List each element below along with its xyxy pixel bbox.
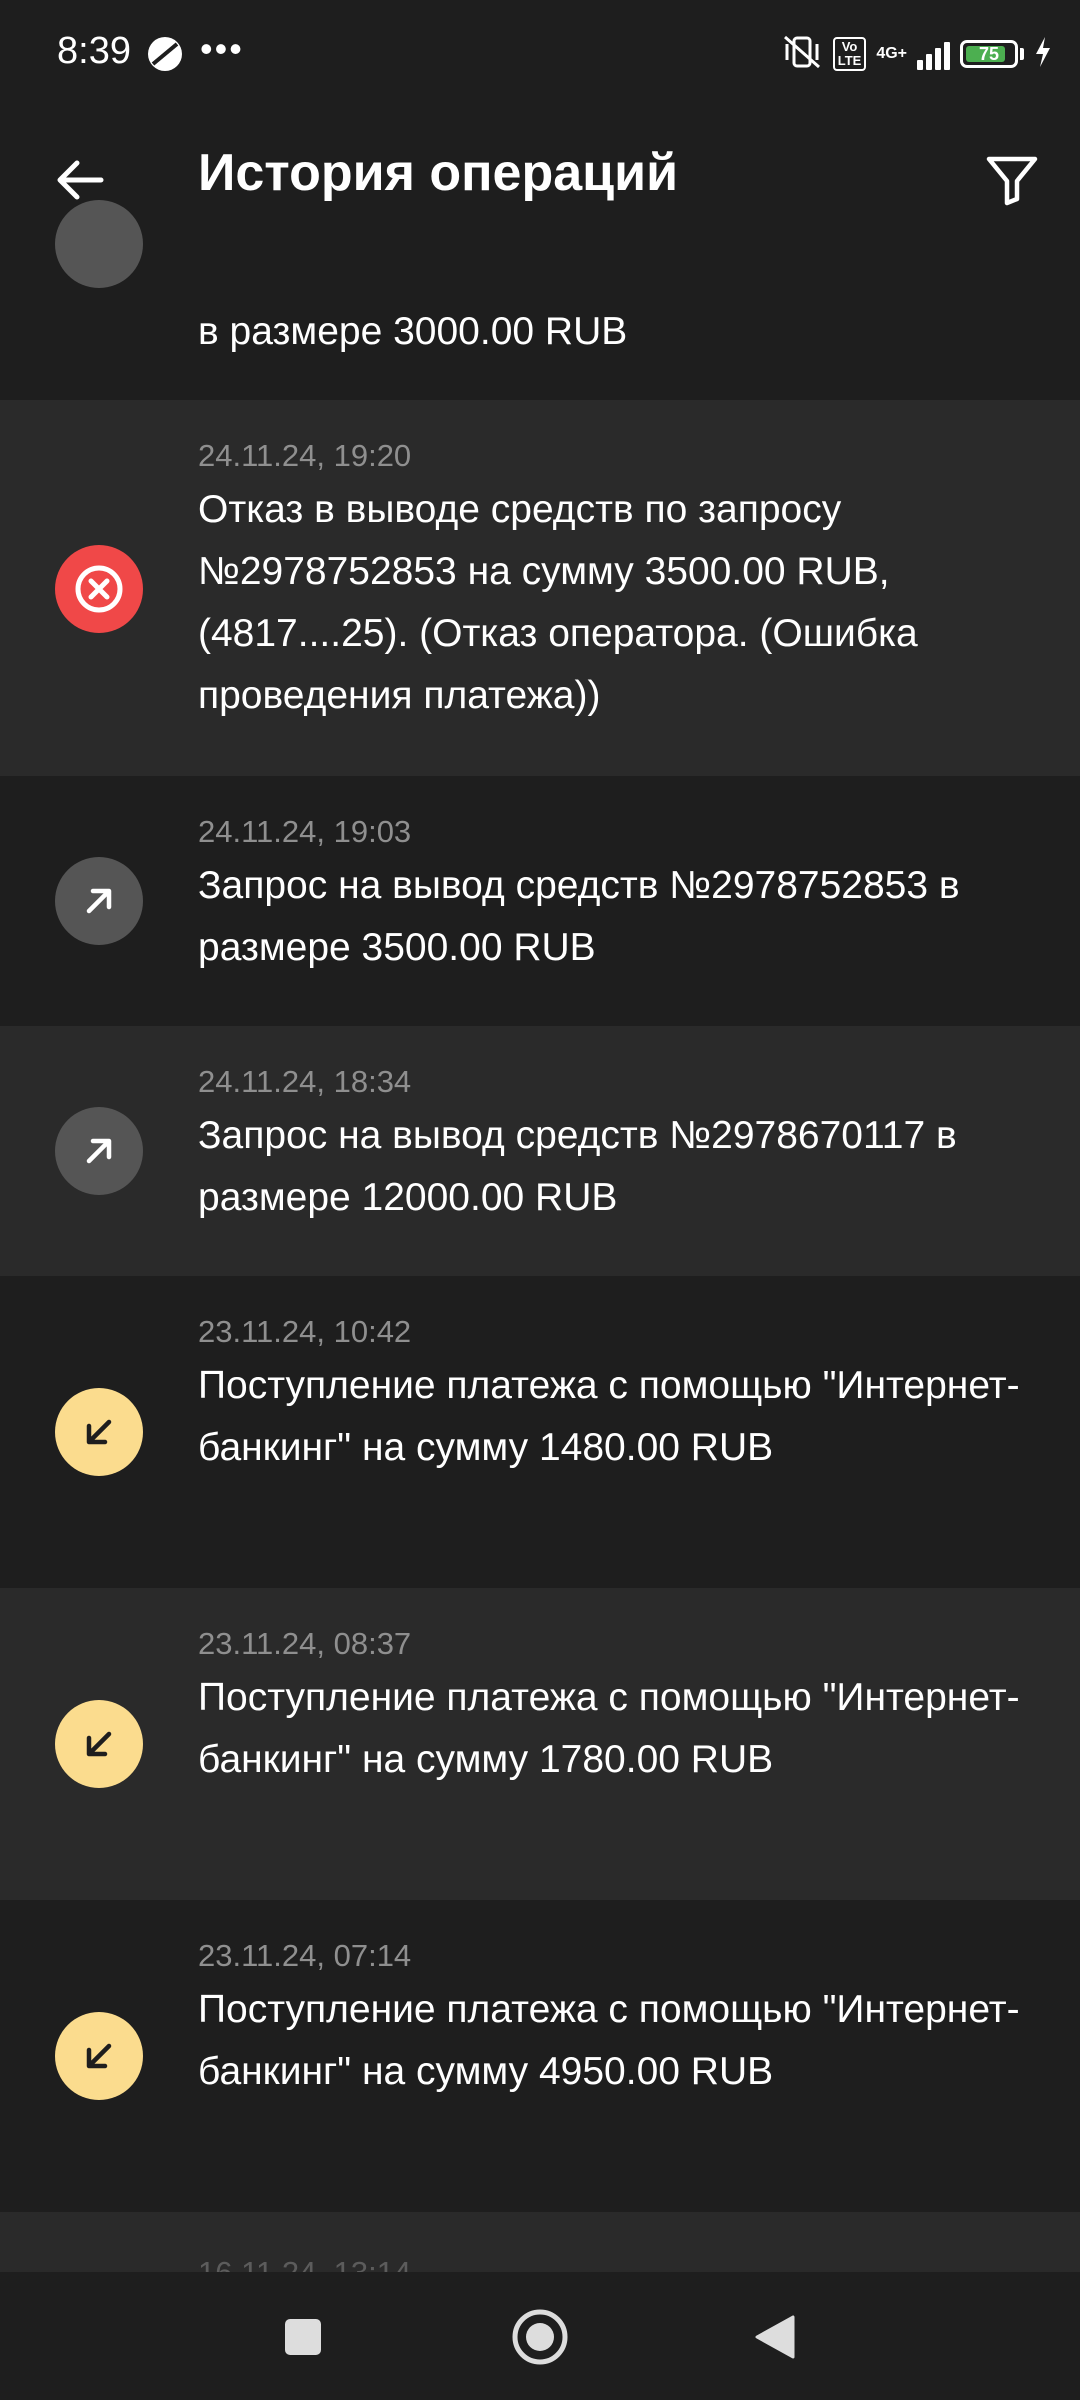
deposit-arrow-icon	[55, 2012, 143, 2100]
status-bar: 8:39 ••• Vo LTE 4G+ 75	[0, 0, 1080, 110]
operation-row[interactable]: 24.11.24, 19:03 Запрос на вывод средств …	[0, 776, 1080, 1026]
declined-x-icon	[55, 545, 143, 633]
more-notifications-icon: •••	[200, 28, 244, 69]
app-bar: История операций	[0, 110, 1080, 260]
page-title: История операций	[198, 144, 679, 202]
battery-icon: 75	[960, 40, 1018, 68]
operation-date: 24.11.24, 19:03	[198, 814, 412, 849]
volte-icon: Vo LTE	[832, 37, 867, 71]
operation-date: 23.11.24, 10:42	[198, 1314, 412, 1349]
battery-tip	[1020, 48, 1024, 60]
operation-date: 23.11.24, 07:14	[198, 1938, 412, 1973]
status-right-icons: Vo LTE 4G+ 75	[781, 30, 1052, 78]
operation-row[interactable]: 23.11.24, 10:42 Поступление платежа с по…	[0, 1276, 1080, 1588]
withdraw-arrow-icon	[55, 200, 143, 288]
operation-date: 23.11.24, 08:37	[198, 1626, 412, 1661]
operation-text: Поступление платежа с помощью "Интернет-…	[198, 1676, 1020, 1781]
triangle-back-icon	[755, 2315, 795, 2359]
home-circle-icon	[512, 2309, 568, 2365]
operation-text: Запрос на вывод средств №2978752853 в ра…	[198, 864, 960, 969]
operation-text: Запрос на вывод средств №2978670117 в ра…	[198, 1114, 957, 1219]
recents-button[interactable]	[268, 2302, 338, 2372]
withdraw-arrow-icon	[55, 1107, 143, 1195]
withdraw-arrow-icon	[55, 857, 143, 945]
operation-row[interactable]: в размере 3000.00 RUB	[0, 200, 1080, 400]
operation-text: в размере 3000.00 RUB	[198, 310, 628, 353]
system-nav-bar	[0, 2272, 1080, 2400]
operation-row[interactable]: 23.11.24, 08:37 Поступление платежа с по…	[0, 1588, 1080, 1900]
back-nav-button[interactable]	[740, 2302, 810, 2372]
vibrate-off-icon	[781, 34, 823, 75]
charging-icon	[1034, 36, 1052, 73]
network-type-icon: 4G+	[876, 45, 907, 62]
battery-level: 75	[978, 43, 1000, 64]
operation-row[interactable]: 24.11.24, 19:20 Отказ в выводе средств п…	[0, 400, 1080, 776]
status-time: 8:39	[57, 30, 131, 72]
filter-button[interactable]	[972, 140, 1052, 220]
operation-date: 24.11.24, 19:20	[198, 438, 412, 473]
operation-text: Отказ в выводе средств по запросу №29787…	[198, 488, 918, 717]
deposit-arrow-icon	[55, 1700, 143, 1788]
home-button[interactable]	[505, 2302, 575, 2372]
filter-icon	[986, 156, 1038, 206]
operation-text: Поступление платежа с помощью "Интернет-…	[198, 1988, 1020, 2093]
arrow-left-icon	[57, 160, 104, 200]
partial-operation-date: 16.11.24, 13:14	[198, 2255, 411, 2272]
operation-text: Поступление платежа с помощью "Интернет-…	[198, 1364, 1020, 1469]
deposit-arrow-icon	[55, 1388, 143, 1476]
operations-list: в размере 3000.00 RUB 24.11.24, 19:20 От…	[0, 200, 1080, 2362]
square-icon	[285, 2319, 321, 2355]
app-notification-icon	[145, 34, 185, 74]
operation-date: 24.11.24, 18:34	[198, 1064, 412, 1099]
operation-row[interactable]: 24.11.24, 18:34 Запрос на вывод средств …	[0, 1026, 1080, 1276]
operation-row[interactable]: 23.11.24, 07:14 Поступление платежа с по…	[0, 1900, 1080, 2212]
signal-strength-icon	[917, 38, 950, 70]
